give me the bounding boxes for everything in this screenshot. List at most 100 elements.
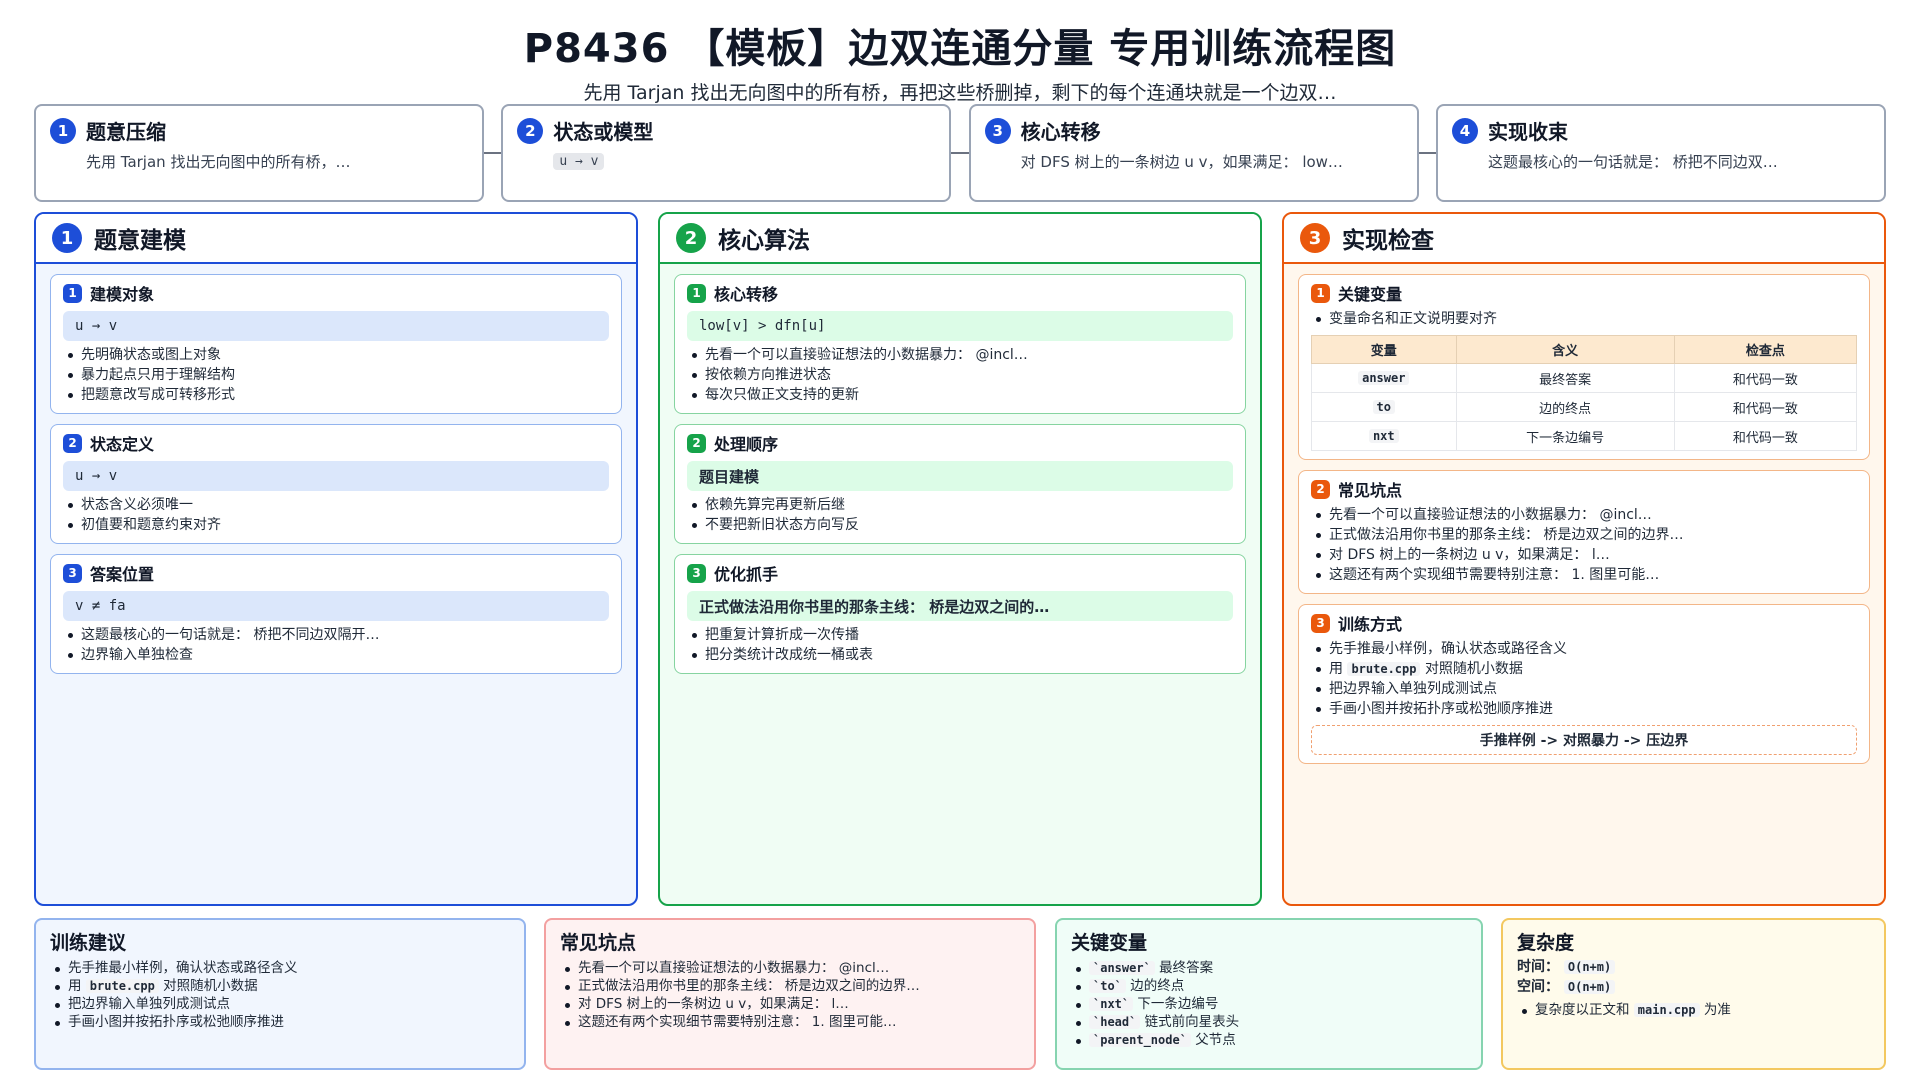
step-connector	[951, 152, 969, 154]
card-highlight: 题目建模	[687, 461, 1233, 491]
card-number-badge: 3	[1311, 613, 1330, 633]
list-item: 把题意改写成可转移形式	[63, 385, 609, 405]
list-item: `parent_node` 父节点	[1071, 1031, 1467, 1049]
panel-title: 复杂度	[1517, 932, 1575, 954]
main-code: main.cpp	[1633, 1003, 1700, 1017]
column-title: 实现检查	[1342, 228, 1434, 254]
card-state-definition: 2 状态定义 u → v 状态含义必须唯一 初值要和题意约束对齐	[50, 424, 622, 544]
list-item: 先看一个可以直接验证想法的小数据暴力： @incl…	[687, 345, 1233, 365]
variable-name: `head`	[1089, 1015, 1141, 1029]
variable-name: `nxt`	[1089, 997, 1134, 1011]
table-header: 检查点	[1673, 335, 1858, 364]
panel-title: 训练建议	[50, 932, 127, 954]
table-cell: 下一条边编号	[1455, 421, 1675, 451]
table-cell: 和代码一致	[1673, 421, 1858, 451]
column-core-algorithm: 2 核心算法 1 核心转移 low[v] > dfn[u] 先看一个可以直接验证…	[658, 212, 1262, 906]
list-item: `nxt` 下一条边编号	[1071, 995, 1467, 1013]
list-item: 复杂度以正文和 main.cpp 为准	[1517, 1001, 1870, 1019]
step-desc: 对 DFS 树上的一条树边 u v，如果满足： low…	[1020, 153, 1343, 171]
card-answer-position: 3 答案位置 v ≠ fa 这题最核心的一句话就是： 桥把不同边双隔开… 边界输…	[50, 554, 622, 674]
variable-name: `answer`	[1089, 961, 1155, 975]
panel-training-advice: 训练建议 先手推最小样例，确认状态或路径含义 用 brute.cpp 对照随机小…	[34, 918, 526, 1070]
card-title: 训练方式	[1338, 615, 1403, 634]
column-number-badge: 2	[676, 223, 706, 253]
card-highlight: v ≠ fa	[63, 591, 609, 621]
list-item: 用 brute.cpp 对照随机小数据	[50, 977, 510, 995]
step-connector	[484, 152, 502, 154]
space-complexity: 空间： O(n+m)	[1517, 977, 1870, 997]
list-item: 正式做法沿用你书里的那条主线： 桥是边双之间的边界…	[1311, 525, 1857, 545]
list-item: 把分类统计改成统一桶或表	[687, 645, 1233, 665]
card-modeling-object: 1 建模对象 u → v 先明确状态或图上对象 暴力起点只用于理解结构 把题意改…	[50, 274, 622, 414]
list-item: 正式做法沿用你书里的那条主线： 桥是边双之间的边界…	[560, 977, 1020, 995]
list-item: 按依赖方向推进状态	[687, 365, 1233, 385]
card-highlight: low[v] > dfn[u]	[687, 311, 1233, 341]
list-item: 对 DFS 树上的一条树边 u v，如果满足： l…	[560, 995, 1020, 1013]
list-item: 先明确状态或图上对象	[63, 345, 609, 365]
card-number-badge: 1	[1311, 283, 1330, 303]
card-title: 核心转移	[714, 285, 779, 304]
card-title: 建模对象	[90, 285, 155, 304]
step-connector	[1418, 152, 1436, 154]
step-title: 状态或模型	[553, 120, 654, 144]
step-number-badge: 1	[50, 117, 76, 144]
step-title: 题意压缩	[86, 120, 166, 144]
table-cell: 和代码一致	[1673, 392, 1858, 422]
page-title: P8436 【模板】边双连通分量 专用训练流程图	[523, 26, 1397, 72]
card-number-badge: 2	[63, 433, 82, 453]
list-item: 不要把新旧状态方向写反	[687, 515, 1233, 535]
card-number-badge: 2	[687, 433, 706, 453]
column-title: 题意建模	[94, 228, 186, 254]
list-item: 依赖先算完再更新后继	[687, 495, 1233, 515]
panel-common-pitfalls: 常见坑点 先看一个可以直接验证想法的小数据暴力： @incl… 正式做法沿用你书…	[544, 918, 1036, 1070]
step-title: 实现收束	[1487, 120, 1568, 144]
list-item: 手画小图并按拓扑序或松弛顺序推进	[50, 1013, 510, 1031]
page-subtitle: 先用 Tarjan 找出无向图中的所有桥，再把这些桥删掉，剩下的每个连通块就是一…	[583, 82, 1337, 104]
header: P8436 【模板】边双连通分量 专用训练流程图 先用 Tarjan 找出无向图…	[0, 16, 1920, 105]
table-row: nxt 下一条边编号 和代码一致	[1311, 421, 1858, 451]
step-desc: 先用 Tarjan 找出无向图中的所有桥，…	[86, 153, 351, 171]
card-title: 状态定义	[90, 435, 155, 454]
time-complexity-value: O(n+m)	[1563, 960, 1616, 974]
list-item: 先手推最小样例，确认状态或路径含义	[1311, 639, 1857, 659]
list-item: 状态含义必须唯一	[63, 495, 609, 515]
card-highlight: u → v	[63, 311, 609, 341]
table-cell: 边的终点	[1455, 392, 1675, 422]
step-code: u → v	[553, 153, 605, 170]
variable-name: `parent_node`	[1089, 1033, 1191, 1047]
card-highlight: u → v	[63, 461, 609, 491]
time-complexity: 时间： O(n+m)	[1517, 957, 1870, 977]
training-flow-summary: 手推样例 -> 对照暴力 -> 压边界	[1311, 725, 1857, 755]
list-item: 先看一个可以直接验证想法的小数据暴力： @incl…	[1311, 505, 1857, 525]
column-number-badge: 1	[52, 223, 82, 253]
step-1: 1 题意压缩 先用 Tarjan 找出无向图中的所有桥，…	[34, 104, 484, 202]
list-item: 手画小图并按拓扑序或松弛顺序推进	[1311, 699, 1857, 719]
step-title: 核心转移	[1020, 120, 1101, 144]
card-highlight: 正式做法沿用你书里的那条主线： 桥是边双之间的…	[687, 591, 1233, 621]
column-modeling: 1 题意建模 1 建模对象 u → v 先明确状态或图上对象 暴力起点只用于理解…	[34, 212, 638, 906]
card-core-transition: 1 核心转移 low[v] > dfn[u] 先看一个可以直接验证想法的小数据暴…	[674, 274, 1246, 414]
list-item: 每次只做正文支持的更新	[687, 385, 1233, 405]
list-item: 把重复计算折成一次传播	[687, 625, 1233, 645]
card-training-method: 3 训练方式 先手推最小样例，确认状态或路径含义 用 brute.cpp 对照随…	[1298, 604, 1870, 764]
card-title: 答案位置	[90, 565, 155, 584]
variable-name: `to`	[1089, 979, 1126, 993]
card-processing-order: 2 处理顺序 题目建模 依赖先算完再更新后继 不要把新旧状态方向写反	[674, 424, 1246, 544]
list-item: 这题还有两个实现细节需要特别注意： 1. 图里可能…	[560, 1013, 1020, 1031]
variable-name: answer	[1358, 370, 1410, 385]
brute-code: brute.cpp	[85, 979, 159, 993]
step-3: 3 核心转移 对 DFS 树上的一条树边 u v，如果满足： low…	[968, 104, 1419, 202]
card-title: 处理顺序	[714, 435, 779, 454]
list-item: 把边界输入单独列成测试点	[50, 995, 510, 1013]
card-title: 关键变量	[1338, 285, 1403, 304]
variable-name: to	[1372, 399, 1395, 414]
panel-key-variables: 关键变量 `answer` 最终答案 `to` 边的终点 `nxt` 下一条边编…	[1055, 918, 1483, 1070]
card-title: 常见坑点	[1338, 481, 1403, 500]
panel-title: 常见坑点	[560, 932, 637, 954]
table-header: 变量	[1311, 335, 1457, 364]
column-number-badge: 3	[1300, 223, 1330, 253]
step-desc: 这题最核心的一句话就是： 桥把不同边双…	[1487, 153, 1778, 171]
step-number-badge: 4	[1451, 117, 1478, 144]
card-optimization: 3 优化抓手 正式做法沿用你书里的那条主线： 桥是边双之间的… 把重复计算折成一…	[674, 554, 1246, 674]
table-row: to 边的终点 和代码一致	[1311, 392, 1858, 422]
